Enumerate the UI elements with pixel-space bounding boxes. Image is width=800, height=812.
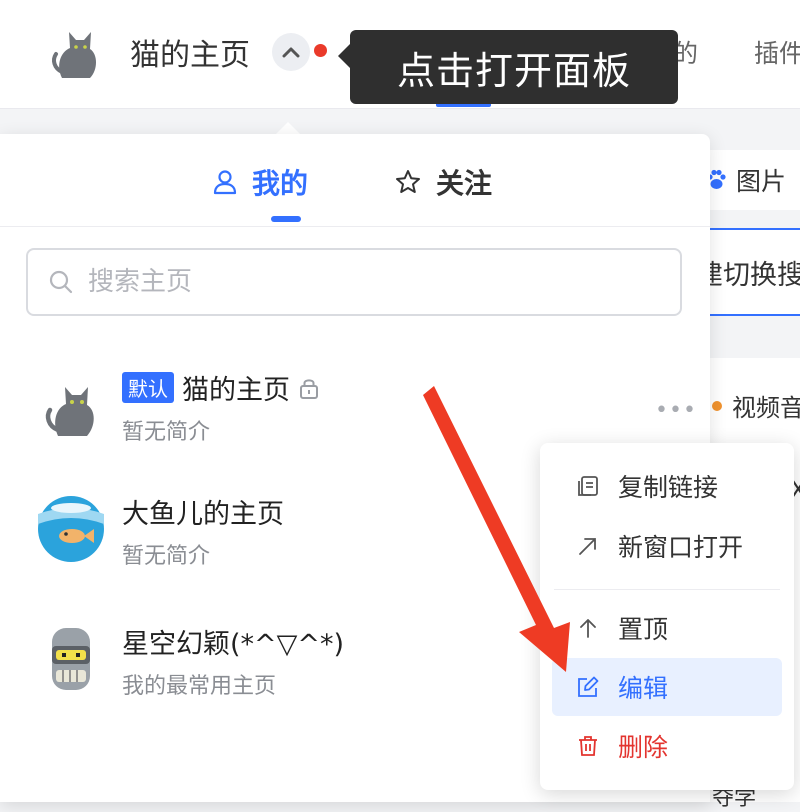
- external-link-icon: [579, 538, 596, 555]
- chevron-up-icon[interactable]: [272, 33, 310, 71]
- tooltip-arrow: [338, 44, 350, 68]
- cat-avatar-icon: [45, 387, 94, 436]
- nav-item-plugins[interactable]: 插件: [754, 34, 800, 70]
- bg-image-tab-label: 图片: [736, 167, 787, 196]
- tab-mine-label: 我的: [252, 167, 309, 200]
- bullet-icon: [712, 400, 722, 411]
- menu-item-label: 置顶: [618, 615, 669, 644]
- divider: [0, 226, 710, 227]
- default-badge: 默认: [122, 372, 174, 403]
- lock-icon: [300, 378, 318, 399]
- menu-divider: [554, 589, 780, 590]
- delete-menu-item[interactable]: 删除: [552, 717, 782, 775]
- tab-follow-label: 关注: [436, 167, 493, 200]
- home-desc: 暂无简介: [122, 544, 211, 569]
- copy-link-menu-item[interactable]: 复制链接: [552, 457, 782, 515]
- menu-item-label: 删除: [618, 733, 669, 762]
- home-context-menu: 复制链接 新窗口打开 置顶 编辑 删除: [540, 443, 794, 790]
- tab-follow[interactable]: 关注: [394, 162, 492, 202]
- edit-icon: [578, 676, 599, 697]
- edit-menu-item[interactable]: 编辑: [552, 658, 782, 716]
- user-icon: [213, 170, 237, 195]
- fishbowl-avatar-icon: [38, 496, 104, 562]
- search-icon: [49, 270, 73, 294]
- panel-caret: [276, 122, 300, 134]
- home-search-input[interactable]: [86, 266, 650, 298]
- bg-video-item[interactable]: 视频音: [712, 388, 800, 423]
- arrow-up-icon: [580, 619, 596, 638]
- home-search-box[interactable]: [26, 248, 682, 316]
- cat-logo-icon[interactable]: [50, 22, 106, 80]
- home-name-row: 默认 猫的主页: [122, 368, 320, 407]
- copy-icon: [578, 476, 598, 496]
- home-desc: 暂无简介: [122, 420, 211, 445]
- notification-dot: [314, 44, 327, 57]
- robot-avatar-icon: [52, 628, 90, 690]
- home-desc: 我的最常用主页: [122, 674, 277, 699]
- home-name: 猫的主页: [182, 375, 290, 406]
- menu-item-label: 复制链接: [618, 473, 719, 502]
- tooltip: 点击打开面板: [350, 30, 678, 104]
- top-header: 猫的主页 首页 发现 我的 插件 点击打开面板: [0, 0, 800, 109]
- menu-item-label: 编辑: [618, 674, 669, 703]
- trash-icon: [579, 736, 597, 756]
- home-name: 星空幻颖(*^▽^*): [122, 629, 345, 660]
- tab-mine[interactable]: 我的: [212, 162, 308, 202]
- bg-video-label: 视频音: [732, 394, 800, 422]
- tab-active-indicator: [271, 216, 301, 222]
- home-name: 大鱼儿的主页: [122, 499, 284, 530]
- site-title[interactable]: 猫的主页: [130, 30, 250, 74]
- menu-item-label: 新窗口打开: [618, 533, 744, 562]
- more-options-icon[interactable]: •••: [655, 398, 697, 423]
- open-new-window-menu-item[interactable]: 新窗口打开: [552, 517, 782, 575]
- pin-top-menu-item[interactable]: 置顶: [552, 599, 782, 657]
- star-icon: [396, 170, 420, 193]
